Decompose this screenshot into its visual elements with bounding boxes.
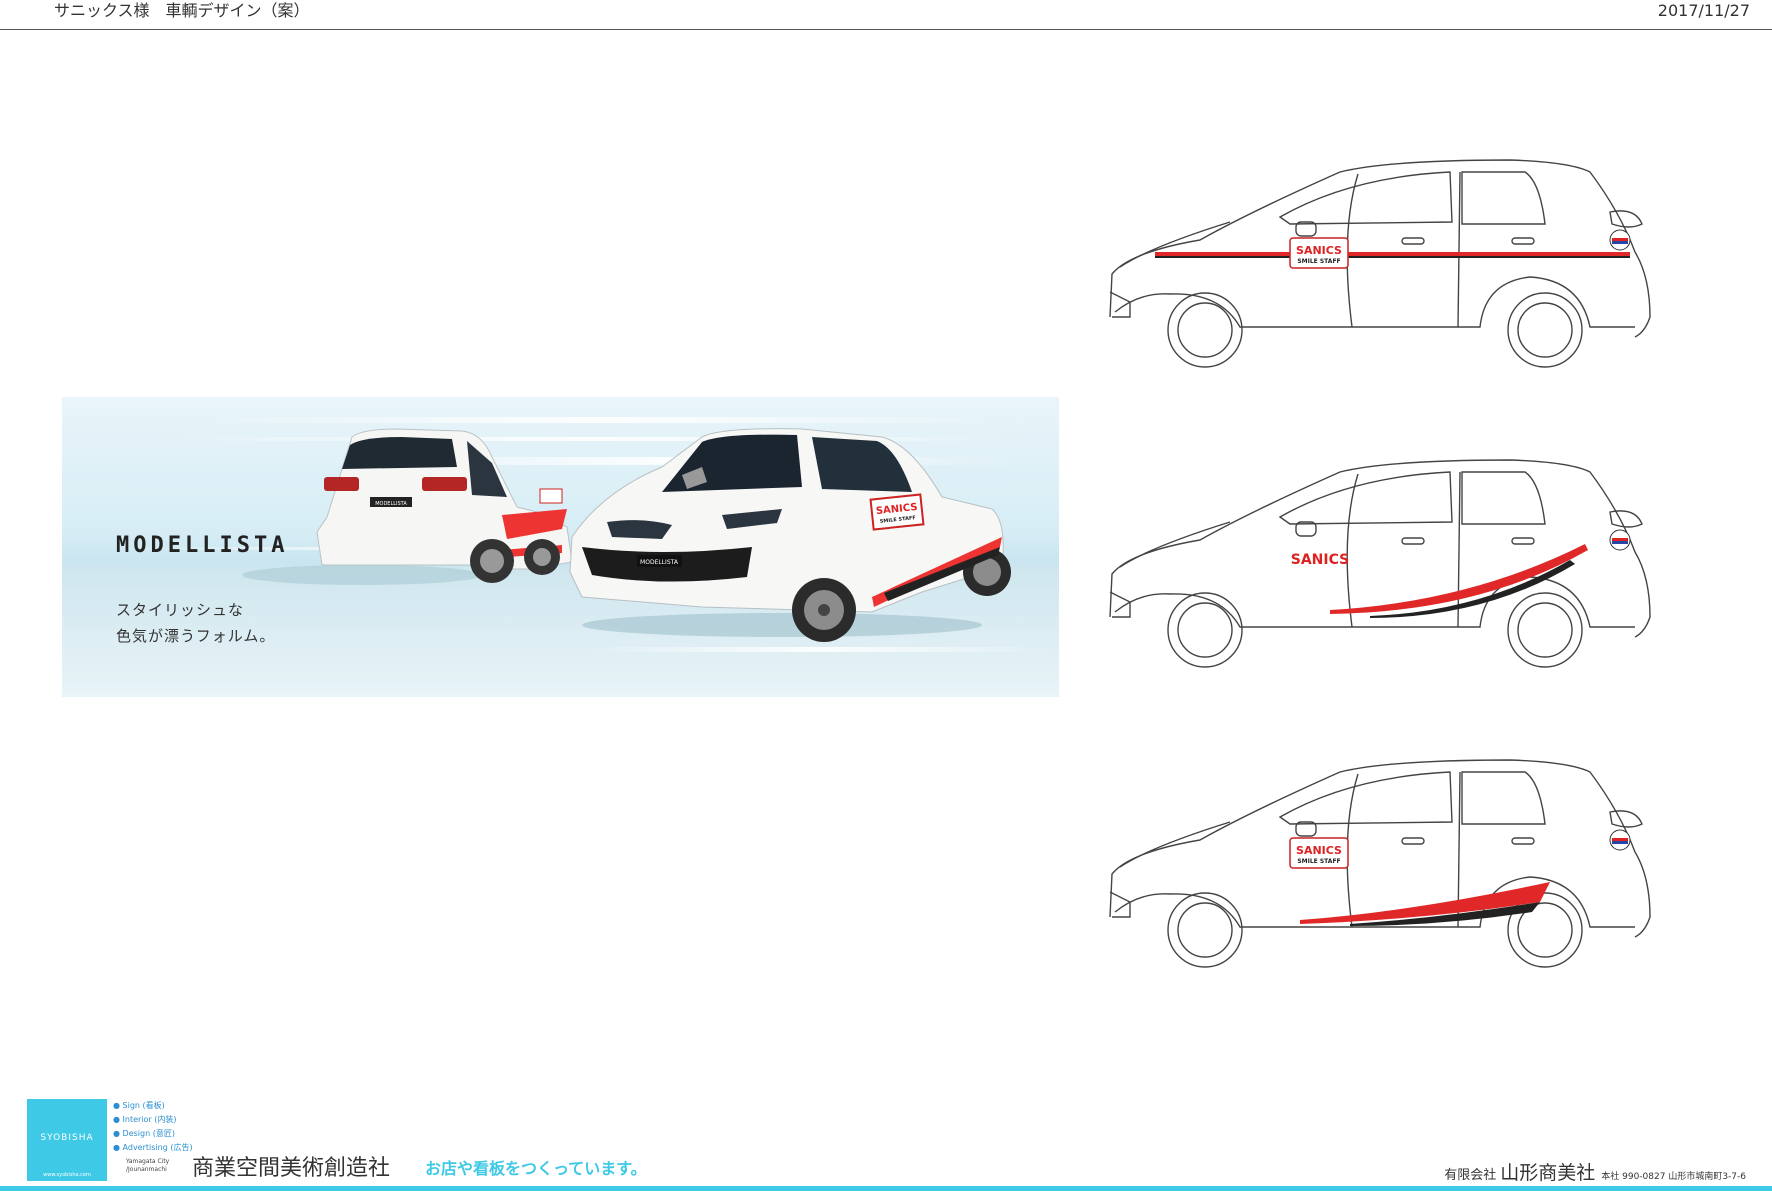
modellista-photo-banner: MODELLISTA MODELLISTA SANICS SMILE STAFF… (62, 397, 1059, 697)
decal-logo-3: SANICS (1296, 844, 1342, 857)
company-name: 山形商美社 (1500, 1162, 1596, 1184)
company-address: 本社 990-0827 山形市城南町3-7-6 (1601, 1172, 1746, 1182)
city-label: Yamagata City /Jounanmachi (126, 1158, 170, 1173)
decal-sub-1: SMILE STAFF (1297, 258, 1340, 265)
decal-sub-3: SMILE STAFF (1297, 858, 1340, 865)
document-date: 2017/11/27 (1657, 1, 1750, 20)
decal-logo-2: SANICS (1291, 552, 1349, 568)
design-proposal-1: SANICS SMILE STAFF (1109, 159, 1651, 368)
banner-copy: スタイリッシュな 色気が漂うフォルム。 (116, 597, 275, 649)
footer-company: 商業空間美術創造社 (192, 1156, 391, 1181)
design-proposal-3: SANICS SMILE STAFF (1109, 759, 1651, 968)
front-plate-text: MODELLISTA (640, 559, 679, 566)
service-item: ● Advertising (広告) (113, 1143, 193, 1152)
rear-plate-text: MODELLISTA (375, 501, 407, 507)
syobisha-logo: SYOBISHA www.syobisha.com (27, 1099, 107, 1181)
service-item: ● Interior (内装) (113, 1115, 177, 1124)
service-item: ● Sign (看板) (113, 1101, 165, 1110)
logo-text: SYOBISHA (40, 1133, 94, 1143)
design-proposal-2: SANICS (1109, 459, 1651, 668)
company-info: 有限会社 山形商美社 本社 990-0827 山形市城南町3-7-6 (1444, 1158, 1746, 1185)
decal-logo-1: SANICS (1296, 244, 1342, 257)
footer-accent-bar (0, 1186, 1772, 1191)
document-title: サニックス様 車輌デザイン（案） (54, 1, 310, 20)
footer-tagline: お店や看板をつくっています。 (425, 1159, 647, 1178)
banner-copy-line1: スタイリッシュな (116, 601, 245, 619)
banner-copy-line2: 色気が漂うフォルム。 (116, 627, 276, 645)
logo-url: www.syobisha.com (43, 1172, 91, 1178)
company-kind: 有限会社 (1444, 1168, 1497, 1183)
banner-brand-text: MODELLISTA (116, 533, 289, 558)
service-item: ● Design (意匠) (113, 1129, 175, 1138)
header-divider (0, 29, 1772, 30)
rear-view-car: MODELLISTA (242, 428, 573, 585)
service-list: ● Sign (看板) ● Interior (内装) ● Design (意匠… (113, 1099, 193, 1155)
